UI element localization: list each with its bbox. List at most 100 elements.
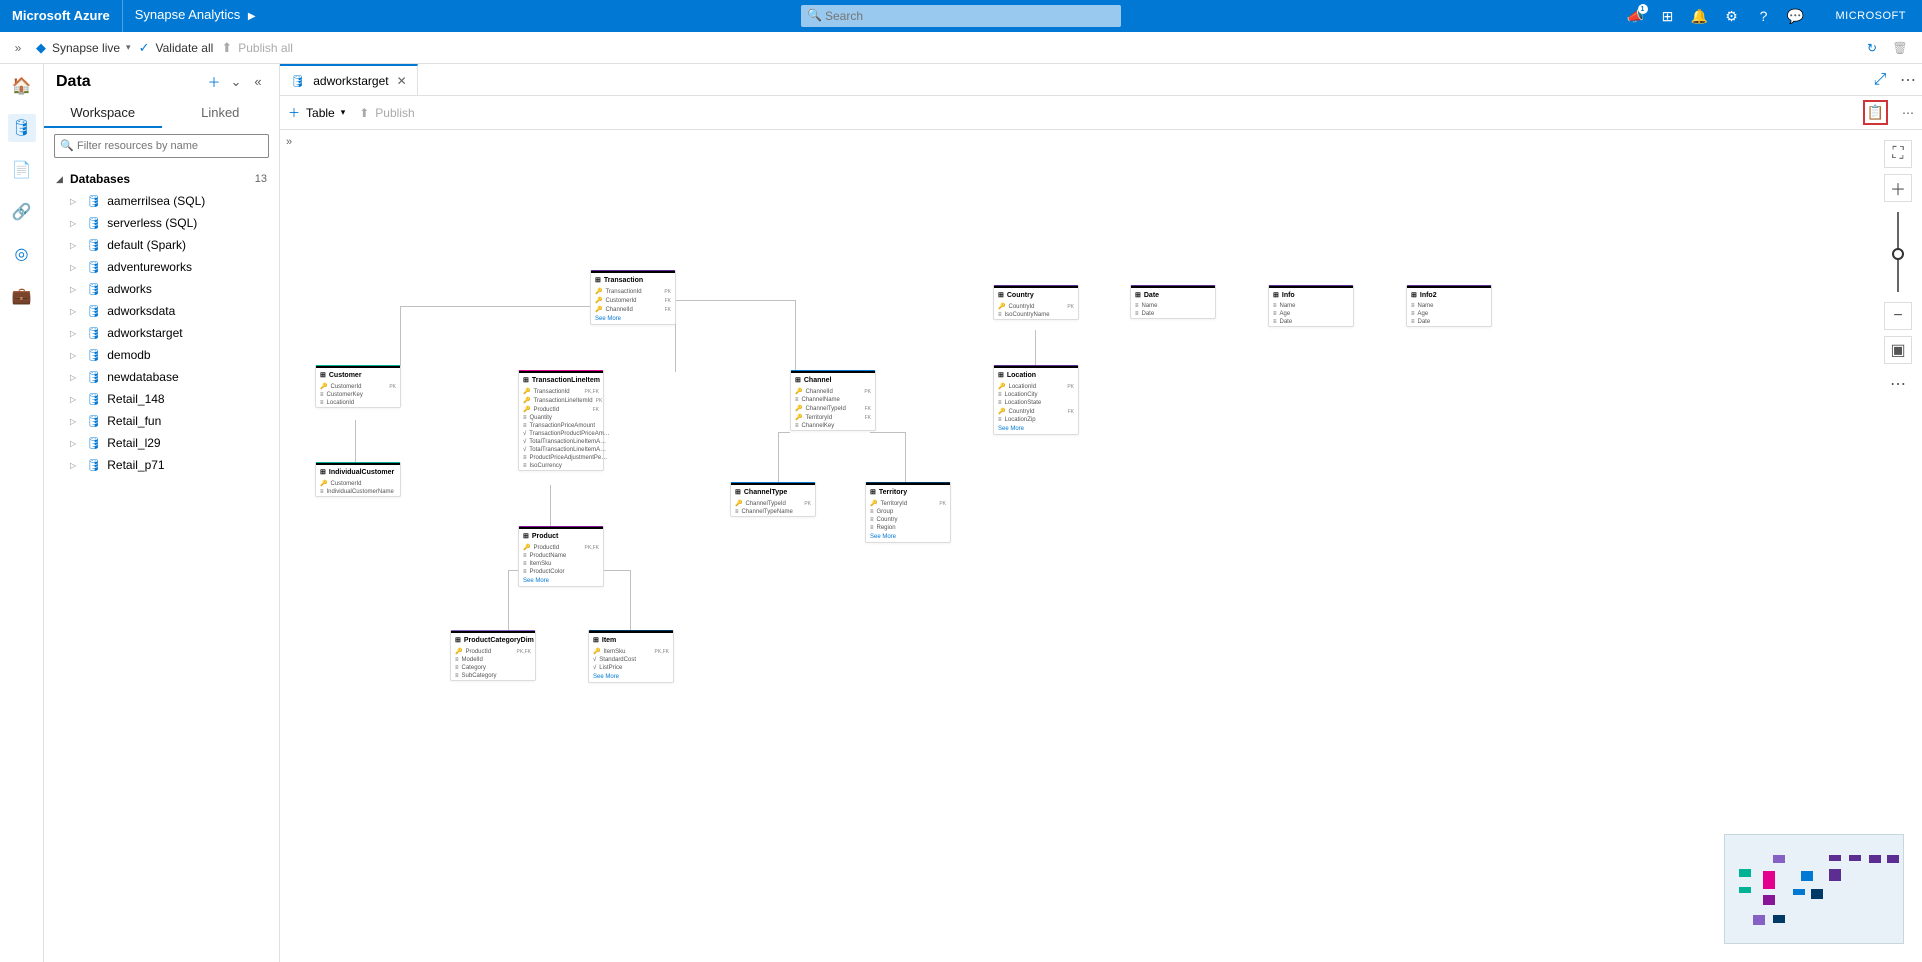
entity-title: ⊞ ChannelType — [731, 483, 815, 499]
help-icon[interactable]: ? — [1748, 0, 1780, 32]
chevron-right-icon: ▷ — [70, 329, 80, 338]
zoom-out-icon[interactable]: − — [1884, 302, 1912, 330]
publish-all-button[interactable]: ⬆ Publish all — [221, 40, 293, 56]
entity-individual-customer[interactable]: ⊞ IndividualCustomer 🔑CustomerId ≡Indivi… — [315, 462, 401, 497]
db-item[interactable]: ▷🛢Retail_148 — [48, 388, 275, 410]
synapse-live-button[interactable]: ◆ Synapse live ▾ — [36, 40, 131, 56]
more-icon[interactable]: ⋯ — [1902, 106, 1914, 120]
db-item[interactable]: ▷🛢default (Spark) — [48, 234, 275, 256]
trash-icon[interactable]: 🗑 — [1886, 41, 1914, 55]
validate-all-button[interactable]: ✓ Validate all — [139, 40, 214, 56]
db-item[interactable]: ▷🛢Retail_p71 — [48, 454, 275, 476]
db-item[interactable]: ▷🛢newdatabase — [48, 366, 275, 388]
file-tab[interactable]: 🛢 adworkstarget ✕ — [280, 64, 418, 95]
db-item[interactable]: ▷🛢serverless (SQL) — [48, 212, 275, 234]
chevron-right-icon: ▷ — [70, 241, 80, 250]
close-icon[interactable]: ✕ — [397, 74, 407, 88]
expand-icon[interactable]: ⤢ — [1866, 71, 1894, 89]
entity-product-category[interactable]: ⊞ ProductCategoryDim 🔑ProductIdPK,FK ≡Mo… — [450, 630, 536, 681]
expand-canvas-icon[interactable]: » — [286, 136, 292, 148]
database-icon: 🛢 — [86, 260, 101, 274]
chevron-right-icon: ▷ — [70, 439, 80, 448]
rail-home-icon[interactable]: 🏠 — [8, 72, 36, 100]
chevrons-icon[interactable]: ⌄ — [225, 74, 247, 90]
publish-button[interactable]: ⬆ Publish — [359, 106, 414, 120]
rail-integrate-icon[interactable]: 🔗 — [8, 198, 36, 226]
refresh-icon[interactable]: ↻ — [1858, 41, 1886, 55]
entity-date[interactable]: ⊞ Date ≡Name ≡Date — [1130, 285, 1216, 319]
more-icon[interactable]: ⋯ — [1894, 70, 1922, 90]
entity-info[interactable]: ⊞ Info ≡Name ≡Age ≡Date — [1268, 285, 1354, 327]
zoom-in-icon[interactable]: ＋ — [1884, 174, 1912, 202]
publish-label: Publish all — [238, 41, 293, 55]
tab-linked[interactable]: Linked — [162, 99, 280, 128]
bell-icon[interactable]: 🔔 — [1684, 0, 1716, 32]
properties-button[interactable]: 📋 — [1863, 100, 1888, 125]
db-item[interactable]: ▷🛢Retail_fun — [48, 410, 275, 432]
entity-title: ⊞ Customer — [316, 366, 400, 382]
entity-territory[interactable]: ⊞ Territory 🔑TerritoryIdPK ≡Group ≡Count… — [865, 482, 951, 543]
entity-title: ⊞ Territory — [866, 483, 950, 499]
connector — [355, 420, 356, 465]
rail-manage-icon[interactable]: 💼 — [8, 282, 36, 310]
feedback-icon[interactable]: 💬 — [1780, 0, 1812, 32]
entity-channel-type[interactable]: ⊞ ChannelType 🔑ChannelTypeIdPK ≡ChannelT… — [730, 482, 816, 517]
minimap-toggle-icon[interactable]: ▣ — [1884, 336, 1912, 364]
gear-icon[interactable]: ⚙ — [1716, 0, 1748, 32]
db-label: Retail_l29 — [107, 436, 160, 450]
topbar-right: 📣1 ⊞ 🔔 ⚙ ? 💬 MICROSOFT — [1620, 0, 1922, 32]
db-item[interactable]: ▷ 🛢 Retail_l29 — [48, 432, 275, 454]
db-item[interactable]: ▷🛢aamerrilsea (SQL) — [48, 190, 275, 212]
entity-title: ⊞ TransactionLineItem — [519, 371, 603, 387]
fit-icon[interactable]: ⛶ — [1884, 140, 1912, 168]
collapse-panel-icon[interactable]: « — [247, 74, 269, 89]
entity-product[interactable]: ⊞ Product 🔑ProductIdPK,FK ≡ProductName ≡… — [518, 526, 604, 587]
add-table-button[interactable]: ＋ Table ▾ — [288, 104, 345, 121]
entity-transaction-line-item[interactable]: ⊞ TransactionLineItem 🔑TransactionIdPK,F… — [518, 370, 604, 471]
see-more-link[interactable]: See More — [591, 314, 675, 324]
entity-info2[interactable]: ⊞ Info2 ≡Name ≡Age ≡Date — [1406, 285, 1492, 327]
connector — [508, 570, 509, 630]
directory-icon[interactable]: ⊞ — [1652, 0, 1684, 32]
entity-transaction[interactable]: ⊞ Transaction 🔑TransactionIdPK 🔑Customer… — [590, 270, 676, 325]
entity-location[interactable]: ⊞ Location 🔑LocationIdPK ≡LocationCity ≡… — [993, 365, 1079, 435]
databases-label: Databases — [70, 172, 255, 186]
brand-label[interactable]: Microsoft Azure — [0, 0, 123, 32]
rail-data-icon[interactable]: 🛢 — [8, 114, 36, 142]
zoom-thumb[interactable] — [1892, 248, 1904, 260]
search-input[interactable] — [801, 5, 1121, 27]
diagram-canvas[interactable]: » ⊞ Transaction 🔑TransactionIdPK 🔑Custom… — [280, 130, 1922, 962]
product-label[interactable]: Synapse Analytics ▶ — [123, 0, 268, 33]
announcements-icon[interactable]: 📣1 — [1620, 0, 1652, 32]
rail-monitor-icon[interactable]: ◎ — [8, 240, 36, 268]
left-rail: 🏠 🛢 📄 🔗 ◎ 💼 — [0, 64, 44, 962]
entity-channel[interactable]: ⊞ Channel 🔑ChannelIdPK ≡ChannelName 🔑Cha… — [790, 370, 876, 431]
database-icon: 🛢 — [86, 436, 101, 450]
db-item[interactable]: ▷🛢adventureworks — [48, 256, 275, 278]
entity-customer[interactable]: ⊞ Customer 🔑CustomerIdPK ≡CustomerKey ≡L… — [315, 365, 401, 408]
see-more-link[interactable]: See More — [866, 532, 950, 542]
account-label[interactable]: MICROSOFT — [1812, 10, 1922, 22]
databases-group[interactable]: ◢ Databases 13 — [48, 168, 275, 190]
more-icon[interactable]: ⋯ — [1884, 370, 1912, 398]
check-icon: ✓ — [139, 40, 150, 56]
db-item[interactable]: ▷🛢adworks — [48, 278, 275, 300]
entity-country[interactable]: ⊞ Country 🔑CountryIdPK ≡IsoCountryName — [993, 285, 1079, 320]
see-more-link[interactable]: See More — [994, 424, 1078, 434]
zoom-slider[interactable] — [1897, 212, 1899, 292]
expand-rail-button[interactable]: » — [8, 41, 28, 55]
db-item[interactable]: ▷🛢adworksdata — [48, 300, 275, 322]
db-item[interactable]: ▷🛢adworkstarget — [48, 322, 275, 344]
entity-item[interactable]: ⊞ Item 🔑ItemSkuPK,FK √StandardCost √List… — [588, 630, 674, 683]
rail-develop-icon[interactable]: 📄 — [8, 156, 36, 184]
main-area: 🛢 adworkstarget ✕ ⤢ ⋯ ＋ Table ▾ ⬆ Publis… — [280, 64, 1922, 962]
db-label: Retail_p71 — [107, 458, 164, 472]
see-more-link[interactable]: See More — [589, 672, 673, 682]
add-resource-icon[interactable]: ＋ — [203, 72, 225, 91]
filter-input[interactable] — [54, 134, 269, 158]
see-more-link[interactable]: See More — [519, 576, 603, 586]
db-item[interactable]: ▷🛢demodb — [48, 344, 275, 366]
minimap[interactable] — [1724, 834, 1904, 944]
tab-workspace[interactable]: Workspace — [44, 99, 162, 128]
entity-title: ⊞ Country — [994, 286, 1078, 302]
